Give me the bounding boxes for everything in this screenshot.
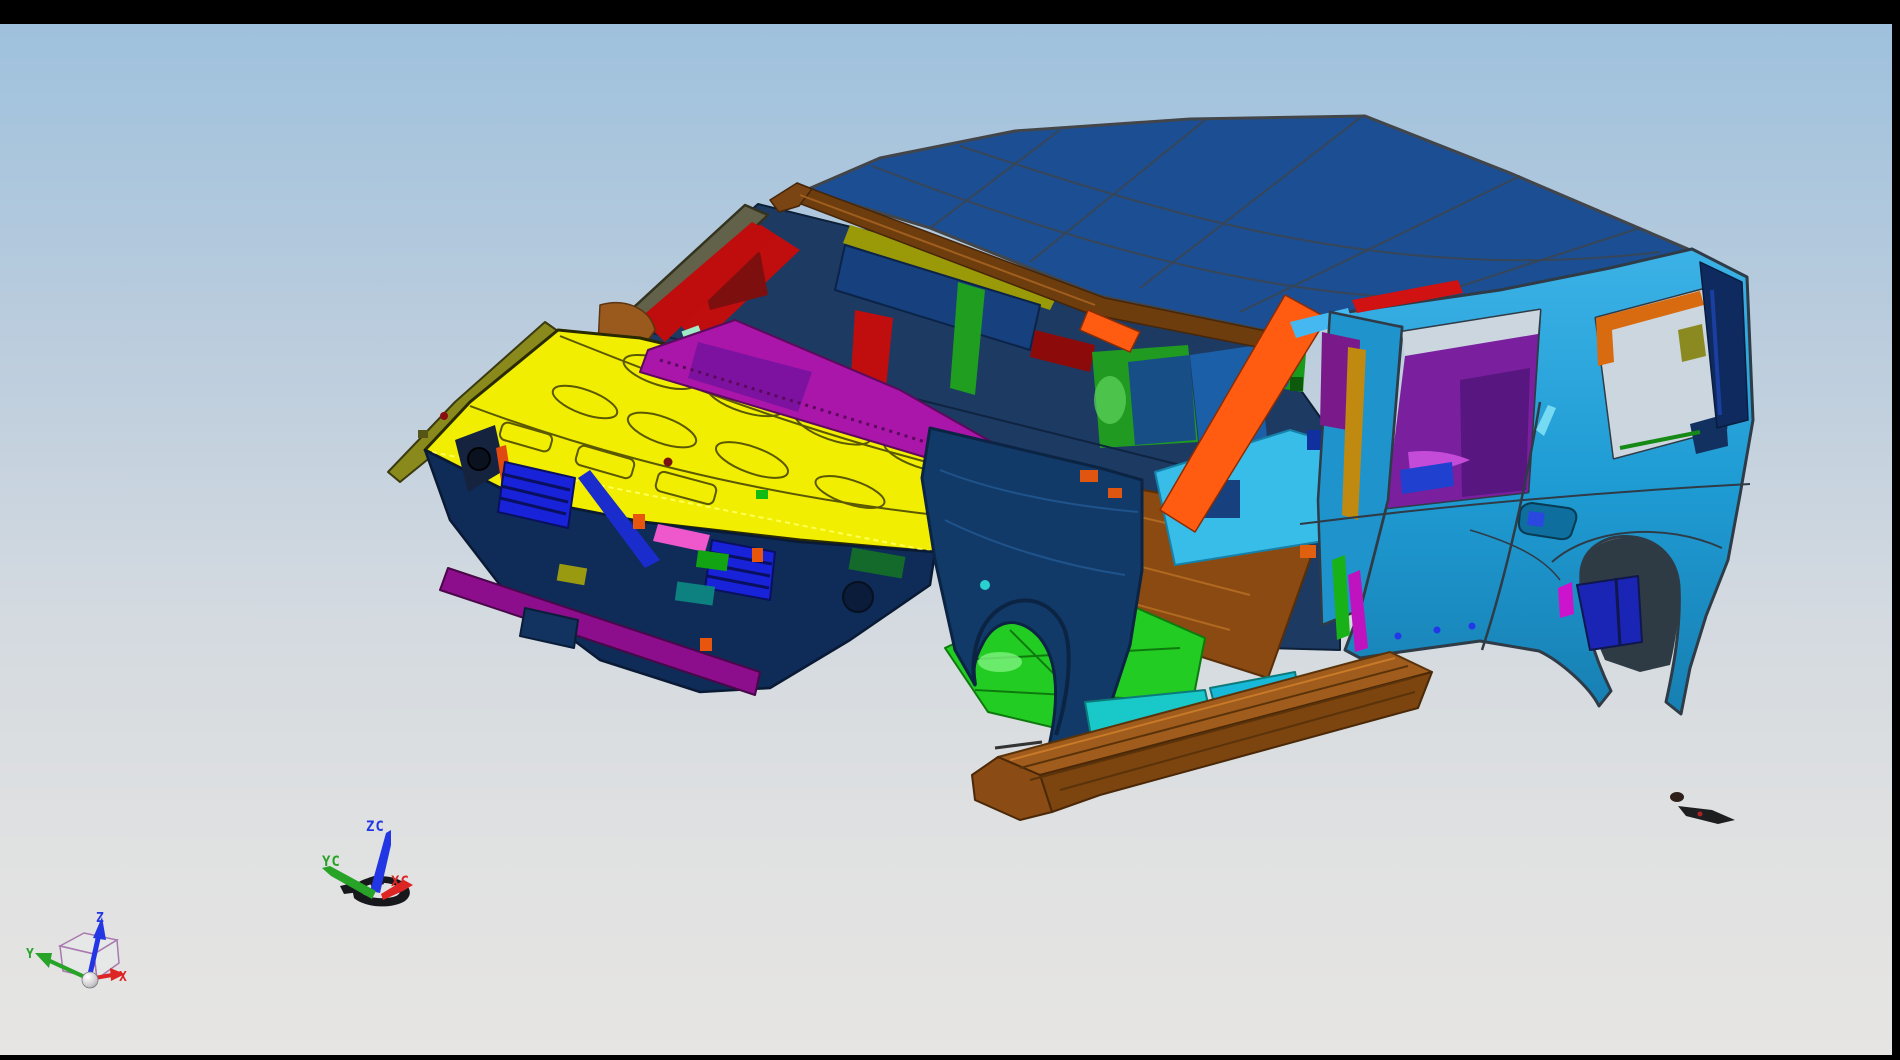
wcs-x-label: XC (391, 874, 410, 890)
datum-origin-sphere[interactable] (82, 972, 98, 988)
quarter-olive-bracket (1678, 324, 1706, 362)
green-floor-highlight (978, 652, 1022, 672)
seat-highlight (1094, 376, 1126, 424)
loose-part-red-dot (1698, 812, 1703, 817)
door-dot-1 (1395, 633, 1402, 640)
door-dot-2 (1434, 627, 1441, 634)
floor-orange-bit (1300, 545, 1316, 558)
orange-bit-2 (752, 548, 763, 562)
orange-bit-1 (633, 514, 645, 529)
fender-teal-dot (980, 580, 990, 590)
fender-rivet (418, 430, 428, 438)
headlamp-hole (468, 448, 490, 470)
door-dot-3 (1469, 623, 1476, 630)
dark-green-box (1290, 377, 1303, 391)
arch-magenta-part (1558, 582, 1574, 618)
door-handle-glyph (1527, 511, 1545, 527)
hinge-orange-2 (1108, 488, 1122, 498)
datum-z-label: Z (96, 911, 104, 926)
hinge-orange-1 (1080, 470, 1098, 482)
loose-part-dot (1670, 792, 1684, 802)
hood-crease-dot (664, 458, 673, 467)
orange-bit-3 (700, 638, 712, 651)
bottom-frame-bar (0, 1055, 1900, 1060)
fender-red-dot (440, 412, 448, 420)
body-side-group (1290, 249, 1753, 714)
seat-back-blue (1128, 355, 1196, 445)
datum-y-label: Y (26, 947, 34, 962)
right-frame-bar (1892, 0, 1900, 1060)
datum-x-label: X (119, 970, 127, 985)
viewport-canvas[interactable]: ZC YC XC Z Y X (0, 0, 1900, 1060)
wcs-z-label: ZC (366, 819, 385, 835)
trim-purple-dark (1460, 368, 1530, 497)
top-frame-bar (0, 0, 1900, 24)
door-handle-recess (1519, 503, 1576, 539)
bumper-hole (843, 582, 873, 612)
cad-application-window: ZC YC XC Z Y X (0, 0, 1900, 1060)
cowl-green-bit (756, 490, 768, 499)
wcs-y-label: YC (322, 854, 341, 870)
